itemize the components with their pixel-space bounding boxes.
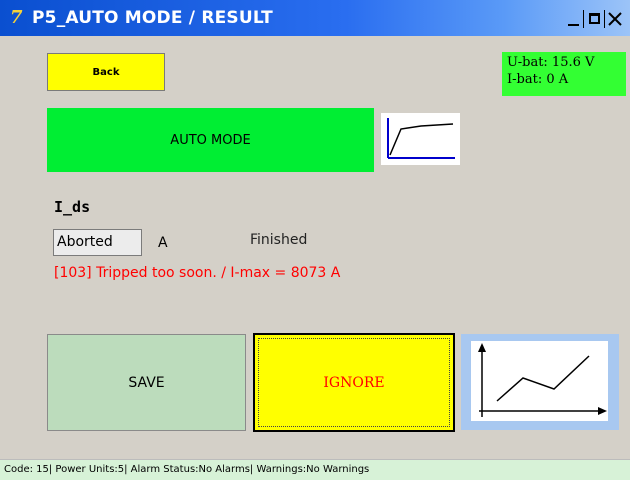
battery-status: U-bat: 15.6 V I-bat: 0 A xyxy=(502,52,626,96)
graph-button[interactable] xyxy=(461,334,619,430)
window-title: P5_AUTO MODE / RESULT xyxy=(32,8,273,28)
measurement-label: I_ds xyxy=(54,198,91,216)
maximize-icon[interactable] xyxy=(585,10,603,28)
app-icon: 7 xyxy=(10,7,23,28)
status-bar: Code: 15| Power Units:5| Alarm Status:No… xyxy=(0,459,630,480)
measurement-value: Aborted xyxy=(53,229,142,256)
title-separator xyxy=(604,10,605,28)
battery-current: I-bat: 0 A xyxy=(507,72,569,87)
measurement-unit: A xyxy=(158,235,168,251)
title-bar[interactable]: 7 P5_AUTO MODE / RESULT xyxy=(0,0,630,36)
measurement-status: Finished xyxy=(250,232,308,248)
main-window: 7 P5_AUTO MODE / RESULT Back U-bat: 15.6… xyxy=(0,0,630,480)
back-button[interactable]: Back xyxy=(47,53,165,91)
title-separator xyxy=(583,10,584,28)
auto-mode-button[interactable]: AUTO MODE xyxy=(47,108,374,172)
line-chart-icon xyxy=(471,341,608,421)
error-message: [103] Tripped too soon. / I-max = 8073 A xyxy=(54,265,341,281)
minimize-icon[interactable] xyxy=(564,10,582,28)
save-button[interactable]: SAVE xyxy=(47,334,246,431)
battery-voltage: U-bat: 15.6 V xyxy=(507,55,595,70)
close-icon[interactable] xyxy=(606,10,624,28)
ignore-button[interactable]: IGNORE xyxy=(258,338,450,427)
curve-graph-icon[interactable] xyxy=(381,113,460,165)
ignore-button-frame[interactable]: IGNORE xyxy=(253,333,455,432)
